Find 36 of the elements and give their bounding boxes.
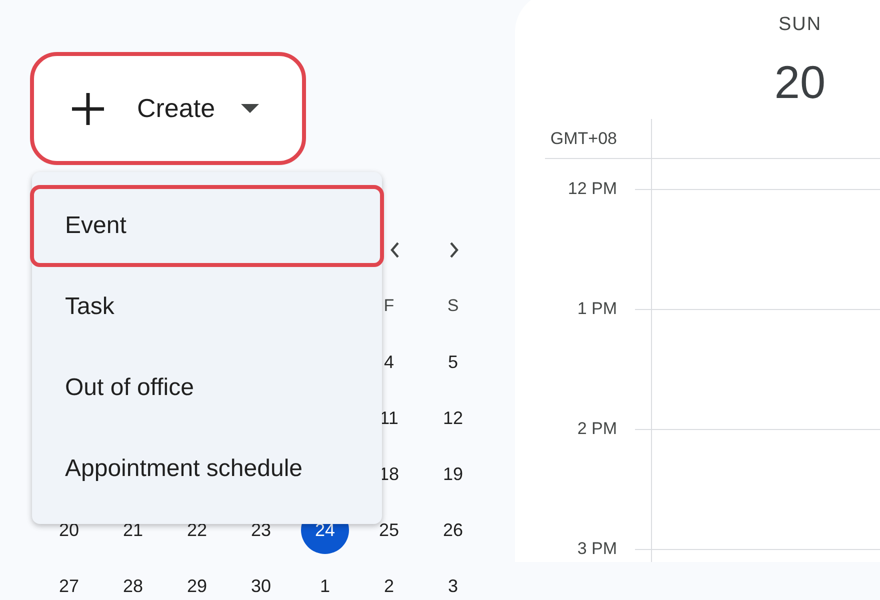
- hour-label: 12 PM: [568, 179, 617, 199]
- weekday-label: SUN: [778, 14, 822, 36]
- hour-label: 1 PM: [577, 299, 617, 319]
- day-cell[interactable]: 29: [173, 562, 221, 600]
- day-cell[interactable]: 30: [237, 562, 285, 600]
- caret-icon: [241, 104, 260, 114]
- day-cell[interactable]: 22: [173, 506, 221, 554]
- day-cell[interactable]: 19: [429, 450, 477, 498]
- hour-slot[interactable]: [651, 429, 880, 549]
- chevron-left-icon: [390, 242, 400, 258]
- day-cell[interactable]: 25: [365, 506, 413, 554]
- hour-slot[interactable]: [651, 189, 880, 309]
- chevron-right-icon: [449, 242, 459, 258]
- day-cell[interactable]: 1: [301, 562, 349, 600]
- day-cell[interactable]: 12: [429, 394, 477, 442]
- day-cell[interactable]: 21: [109, 506, 157, 554]
- day-cell[interactable]: 18: [365, 450, 413, 498]
- day-cell[interactable]: 23: [237, 506, 285, 554]
- day-cell[interactable]: 2: [365, 562, 413, 600]
- hour-slot[interactable]: [651, 309, 880, 429]
- weekday-label: S: [447, 295, 459, 318]
- weekday-label: F: [384, 295, 394, 318]
- menu-item[interactable]: Event: [30, 185, 384, 267]
- day-cell[interactable]: 11: [365, 394, 413, 442]
- day-cell[interactable]: 26: [429, 506, 477, 554]
- plus-icon: [71, 92, 105, 126]
- day-cell[interactable]: 5: [429, 338, 477, 386]
- day-cell[interactable]: 27: [45, 562, 93, 600]
- date-number: 20: [774, 56, 826, 108]
- hour-label: 2 PM: [577, 419, 617, 439]
- day-cell[interactable]: 3: [429, 562, 477, 600]
- timezone-label: GMT+08: [550, 128, 617, 150]
- hour-label: 3 PM: [577, 539, 617, 559]
- create-button[interactable]: Create: [33, 55, 303, 162]
- day-cell[interactable]: 20: [45, 506, 93, 554]
- day-cell[interactable]: 28: [109, 562, 157, 600]
